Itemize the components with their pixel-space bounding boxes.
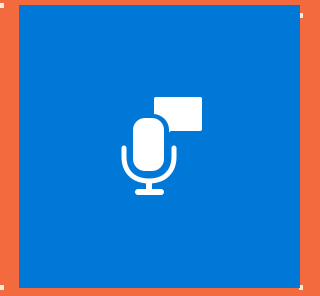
frame-corner-mark	[0, 3, 4, 8]
microphone-with-speech-bubble-icon	[121, 96, 202, 195]
app-tile[interactable]	[19, 5, 300, 288]
app-tile-frame	[0, 0, 303, 296]
frame-corner-mark	[0, 285, 4, 290]
